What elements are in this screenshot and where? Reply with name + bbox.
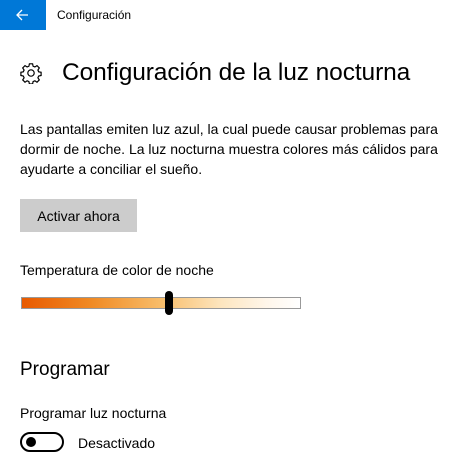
toggle-state-text: Desactivado <box>78 435 156 451</box>
color-temperature-slider[interactable] <box>21 297 301 309</box>
arrow-left-icon <box>0 0 46 30</box>
activate-now-button[interactable]: Activar ahora <box>20 199 137 232</box>
title-bar: Configuración <box>0 0 476 30</box>
app-title: Configuración <box>57 8 132 22</box>
page-title: Configuración de la luz nocturna <box>62 59 411 86</box>
description-text: Las pantallas emiten luz azul, la cual p… <box>20 121 438 177</box>
schedule-toggle[interactable] <box>20 432 64 452</box>
color-temperature-slider-thumb[interactable] <box>165 291 174 315</box>
back-button[interactable] <box>0 0 46 30</box>
page-header: Configuración de la luz nocturna <box>20 56 410 90</box>
color-temperature-label: Temperatura de color de noche <box>20 262 214 278</box>
schedule-toggle-label: Programar luz nocturna <box>20 405 167 421</box>
toggle-knob <box>26 437 36 447</box>
schedule-heading: Programar <box>20 359 110 380</box>
gear-icon <box>20 62 42 84</box>
